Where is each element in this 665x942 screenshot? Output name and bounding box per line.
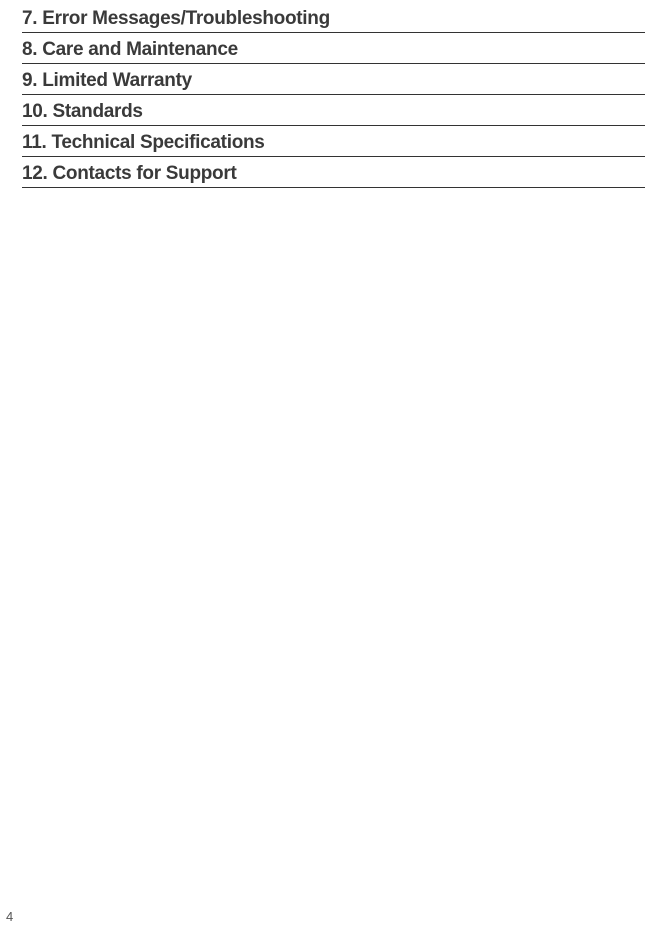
- toc-entry-label: 12. Contacts for Support: [22, 163, 236, 184]
- toc-entry: 7. Error Messages/Troubleshooting: [22, 8, 645, 33]
- toc-entry-label: 7. Error Messages/Troubleshooting: [22, 8, 330, 29]
- toc-entry: 8. Care and Maintenance: [22, 39, 645, 64]
- toc-list: 7. Error Messages/Troubleshooting 8. Car…: [0, 0, 665, 188]
- toc-entry: 12. Contacts for Support: [22, 163, 645, 188]
- page-number: 4: [6, 909, 13, 924]
- toc-entry: 10. Standards: [22, 101, 645, 126]
- toc-entry-label: 8. Care and Maintenance: [22, 39, 238, 60]
- toc-entry: 9. Limited Warranty: [22, 70, 645, 95]
- toc-entry-label: 9. Limited Warranty: [22, 70, 192, 91]
- toc-entry-label: 11. Technical Specifications: [22, 132, 265, 153]
- toc-entry: 11. Technical Specifications: [22, 132, 645, 157]
- toc-entry-label: 10. Standards: [22, 101, 143, 122]
